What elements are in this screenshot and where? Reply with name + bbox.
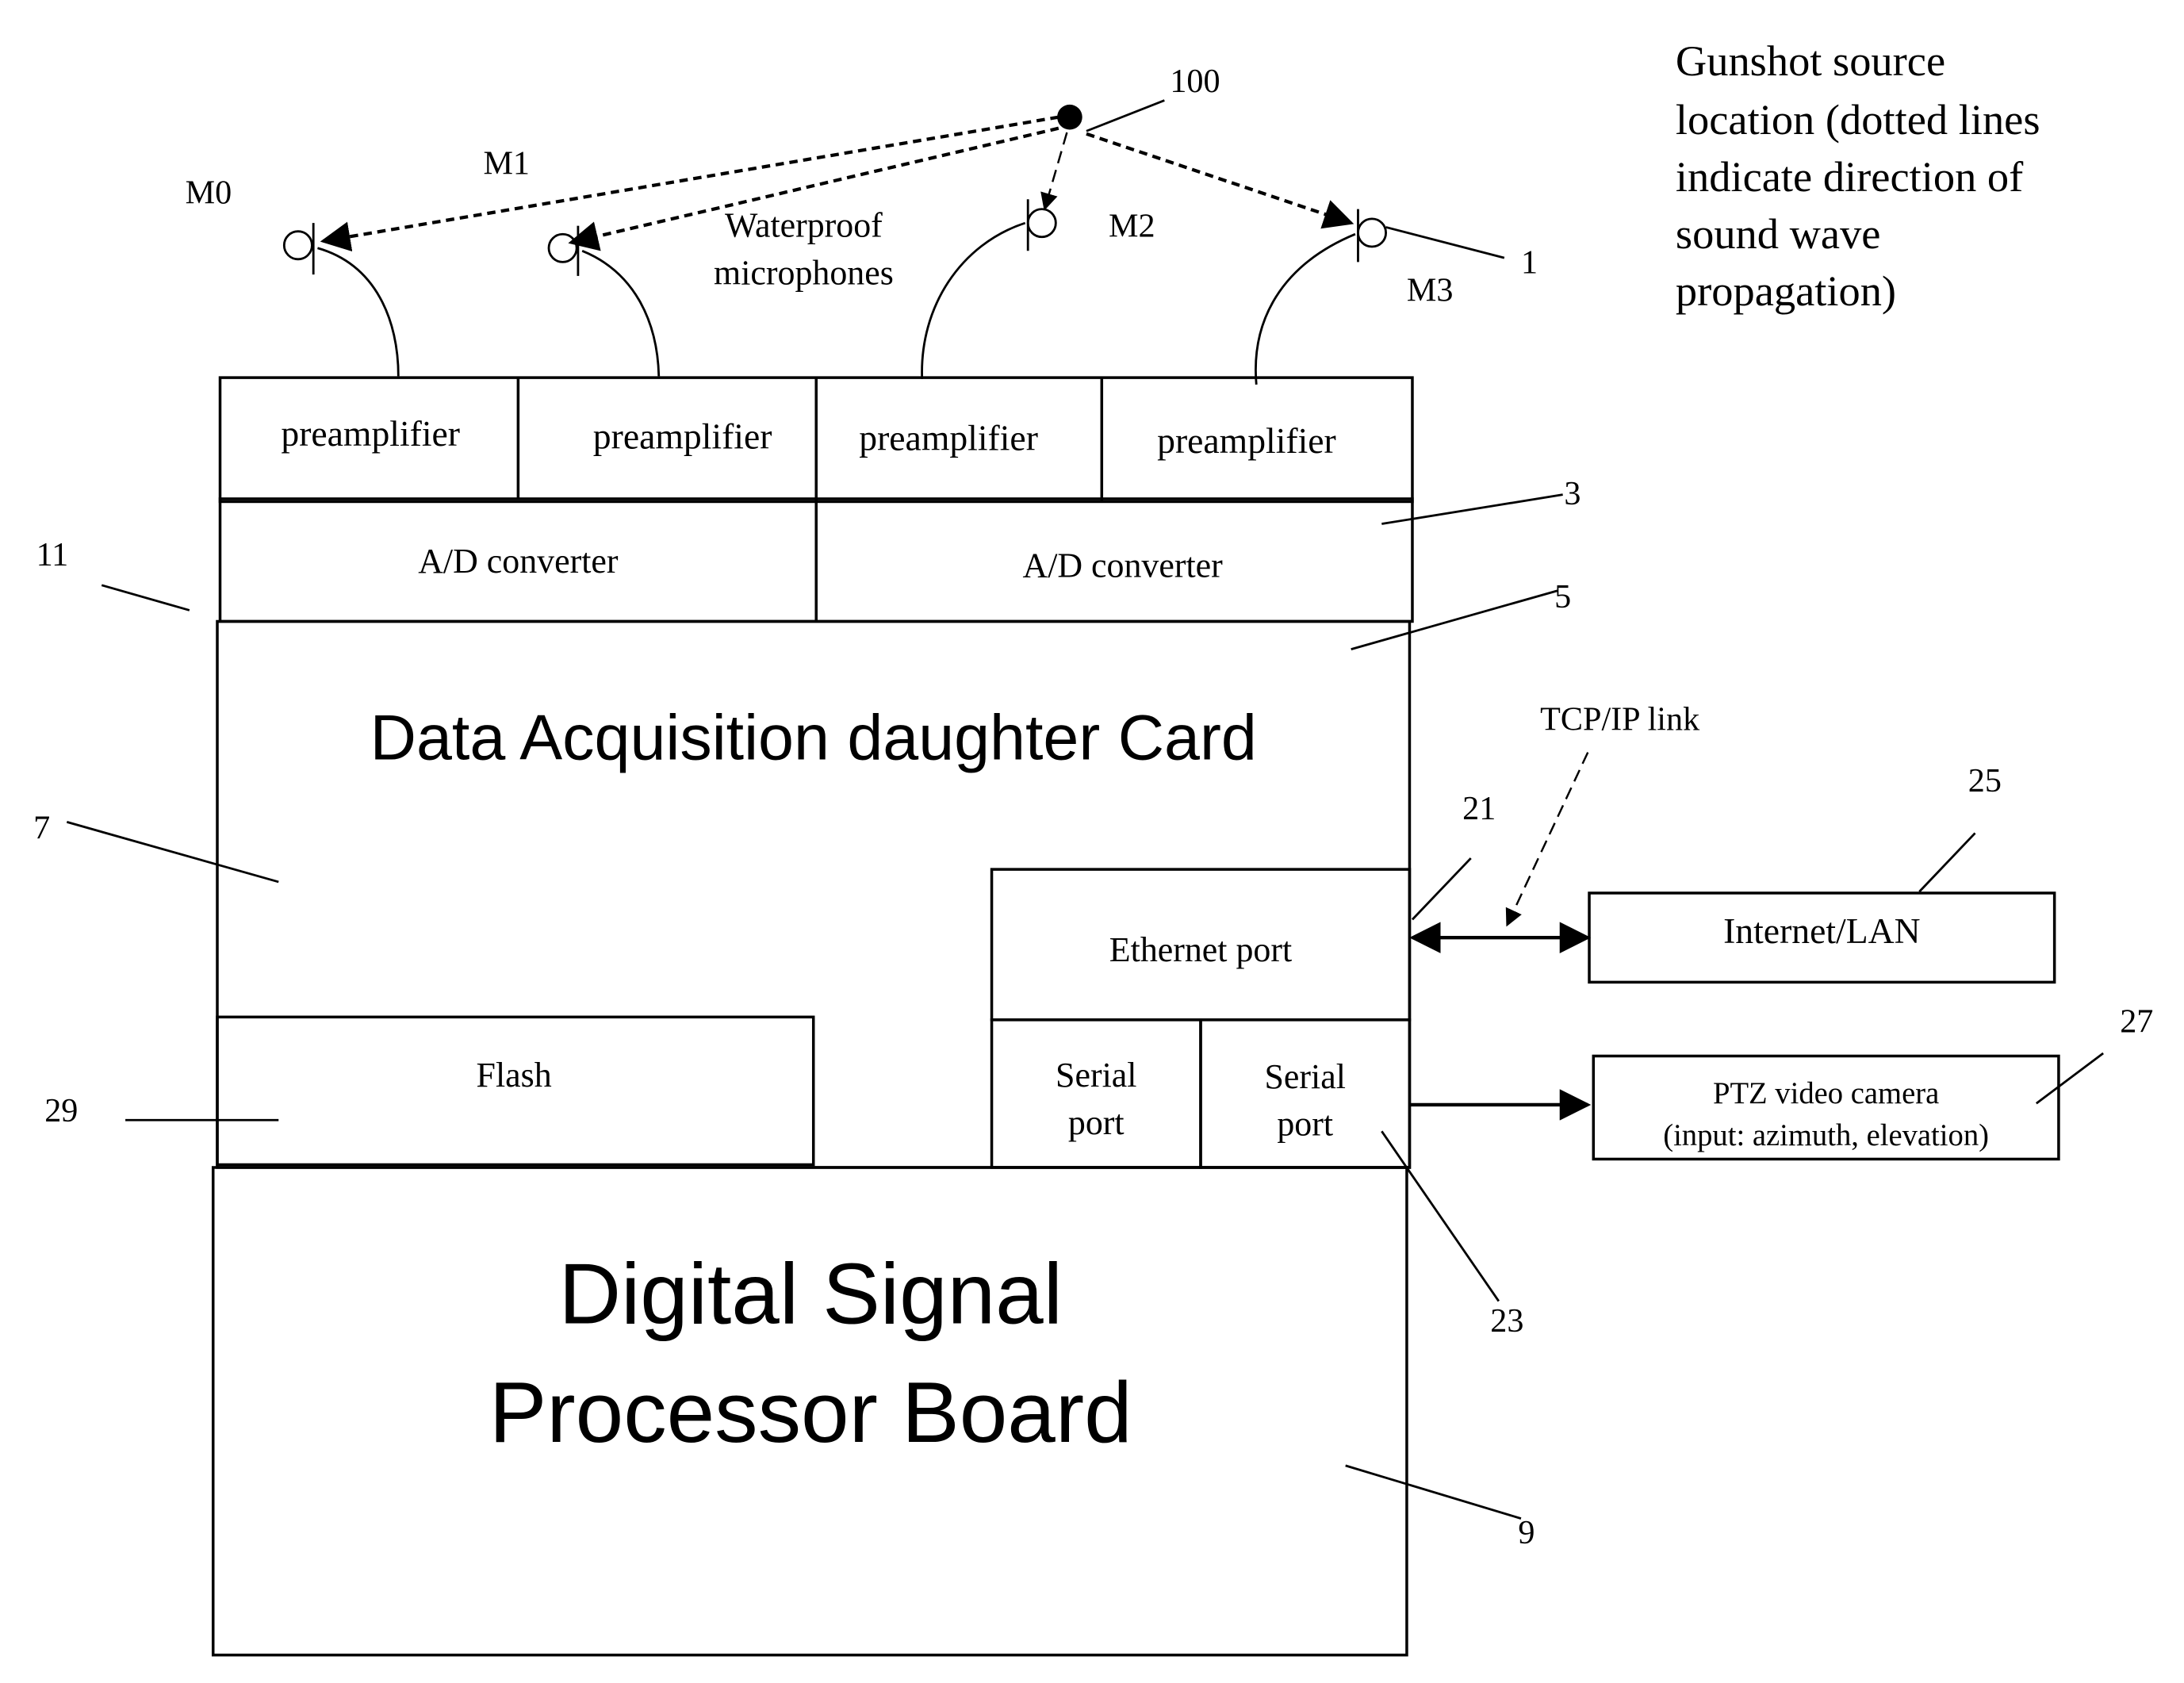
- ref-7: 7: [33, 809, 50, 846]
- ref-23-leader: [1381, 1130, 1500, 1302]
- tcpip-pointer: [1505, 752, 1589, 927]
- preamplifier-3: preamplifier: [859, 417, 1038, 458]
- svg-text:propagation): propagation): [1676, 266, 1896, 315]
- ref-25-leader: [1918, 832, 1976, 893]
- ref-7-leader: [66, 821, 279, 884]
- tcpip-label: TCP/IP link: [1540, 700, 1700, 738]
- internet-lan-label: Internet/LAN: [1723, 911, 1920, 951]
- ref-9: 9: [1518, 1514, 1535, 1551]
- source-ref-leader: [1086, 99, 1165, 132]
- mic-label-m3: M3: [1407, 272, 1454, 309]
- ref-29: 29: [44, 1092, 78, 1129]
- ref-21: 21: [1462, 790, 1496, 827]
- ref-21-leader: [1411, 857, 1472, 921]
- microphones-caption-2: microphones: [714, 254, 894, 292]
- ref-9-leader: [1345, 1464, 1522, 1520]
- svg-text:location (dotted lines: location (dotted lines: [1676, 95, 2040, 144]
- ad-converter-1: A/D converter: [418, 542, 619, 581]
- microphone-m0: [282, 223, 400, 377]
- microphones-caption: Waterproof: [725, 207, 883, 245]
- svg-text:indicate direction of: indicate direction of: [1676, 152, 2024, 201]
- serial-port-1-label: Serial: [1056, 1056, 1136, 1095]
- ethernet-port-label: Ethernet port: [1109, 931, 1292, 969]
- dsp-board-title: Digital Signal: [558, 1246, 1062, 1343]
- mic-ref-label: 1: [1521, 243, 1538, 281]
- ref-27-leader: [2035, 1052, 2104, 1105]
- ad-converter-2: A/D converter: [1023, 546, 1224, 585]
- propagation-line-m2: [1040, 132, 1068, 211]
- microphone-m3: [1255, 209, 1505, 385]
- ref-27: 27: [2120, 1003, 2153, 1041]
- source-ref-label: 100: [1170, 63, 1220, 100]
- gunshot-note: Gunshot source location (dotted lines in…: [1676, 36, 2040, 315]
- serial-port-2-label-2: port: [1277, 1106, 1333, 1144]
- serial-port-2-label: Serial: [1265, 1058, 1346, 1096]
- ad-converter-row: [218, 497, 1414, 623]
- ref-11: 11: [36, 536, 69, 573]
- ptz-camera-label: PTZ video camera: [1713, 1077, 1939, 1110]
- ptz-camera-label-2: (input: azimuth, elevation): [1663, 1119, 1989, 1152]
- preamplifier-1: preamplifier: [281, 413, 460, 454]
- microphone-m1: [547, 225, 661, 377]
- propagation-line-m0: [320, 115, 1059, 252]
- gunshot-detection-diagram: 100 Gunshot source location (dotted line…: [33, 36, 2153, 1657]
- ref-11-leader: [101, 584, 190, 611]
- daq-card-title: Data Acquisition daughter Card: [370, 702, 1257, 773]
- mic-label-m1: M1: [483, 145, 530, 182]
- serial-port-1-label-2: port: [1068, 1104, 1125, 1142]
- ref-23: 23: [1490, 1302, 1523, 1340]
- dsp-board-title-2: Processor Board: [489, 1364, 1132, 1461]
- flash-label: Flash: [477, 1056, 552, 1095]
- gunshot-source-dot: [1057, 104, 1082, 130]
- microphone-m2: [921, 199, 1057, 379]
- svg-text:Gunshot source: Gunshot source: [1676, 36, 1945, 85]
- mic-label-m2: M2: [1109, 208, 1155, 245]
- ref-5: 5: [1554, 578, 1571, 615]
- svg-text:sound wave: sound wave: [1676, 209, 1881, 258]
- ref-3: 3: [1564, 475, 1581, 512]
- preamplifier-4: preamplifier: [1157, 420, 1336, 461]
- ref-25: 25: [1968, 762, 2002, 799]
- preamplifier-2: preamplifier: [593, 416, 772, 457]
- mic-label-m0: M0: [186, 174, 232, 212]
